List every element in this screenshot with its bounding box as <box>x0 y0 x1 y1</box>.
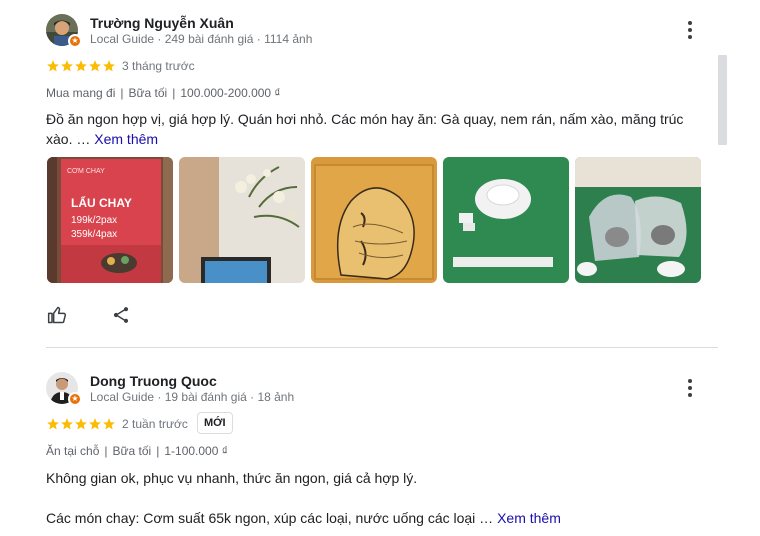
review-photo[interactable] <box>575 157 701 283</box>
reviewer-meta: Local Guide · 249 bài đánh giá · 1114 ản… <box>90 32 313 46</box>
star-icon <box>89 60 101 72</box>
star-icon <box>61 60 73 72</box>
star-icon <box>61 418 73 430</box>
review-body-line2: Các món chay: Cơm suất 65k ngon, xúp các… <box>46 510 494 526</box>
local-guide-badge-icon: ★ <box>68 34 82 48</box>
share-button[interactable] <box>111 305 133 327</box>
meal-type: Bữa tối <box>128 86 168 100</box>
sign-line1-text: 199k/2pax <box>71 215 117 226</box>
more-vert-icon <box>688 21 692 25</box>
meal-type: Bữa tối <box>112 444 152 458</box>
sign-title-text: LẨU CHAY <box>71 195 132 210</box>
tea-cup-table-photo <box>443 157 569 283</box>
review-photo[interactable] <box>443 157 569 283</box>
star-icon <box>47 60 59 72</box>
star-icon <box>103 60 115 72</box>
scrollbar-thumb[interactable] <box>718 55 727 145</box>
review-date: 3 tháng trước <box>122 59 195 73</box>
star-rating <box>46 59 116 73</box>
local-guide-badge-icon: ★ <box>68 392 82 406</box>
star-icon <box>89 418 101 430</box>
service-type: Ăn tại chỗ <box>46 444 100 458</box>
new-badge: MỚI <box>197 412 233 434</box>
review-body-line1: Không gian ok, phục vụ nhanh, thức ăn ng… <box>46 470 418 486</box>
reviewer-avatar[interactable]: ★ <box>46 372 82 406</box>
star-icon <box>75 418 87 430</box>
see-more-link[interactable]: Xem thêm <box>497 510 561 526</box>
review-attributes: Mua mang đi | Bữa tối | 100.000-200.000 ₫ <box>46 86 281 100</box>
review-divider <box>46 347 718 348</box>
share-icon <box>113 307 129 323</box>
sign-top-text: CƠM CHAY <box>67 168 105 175</box>
more-options-button[interactable] <box>680 377 700 399</box>
price-range: 100.000-200.000 ₫ <box>180 86 281 100</box>
reviewer-avatar[interactable]: ★ <box>46 14 82 48</box>
star-rating <box>46 417 116 431</box>
takeaway-bags-photo <box>575 157 701 283</box>
star-icon <box>103 418 115 430</box>
see-more-link[interactable]: Xem thêm <box>94 131 158 147</box>
more-vert-icon <box>688 379 692 383</box>
review-photo[interactable]: CƠM CHAY LẨU CHAY 199k/2pax 359k/4pax <box>47 157 173 283</box>
star-icon <box>75 60 87 72</box>
review-text: Đồ ăn ngon hợp vị, giá hợp lý. Quán hơi … <box>46 109 696 149</box>
review-attributes: Ăn tại chỗ | Bữa tối | 1-100.000 ₫ <box>46 444 228 458</box>
star-icon <box>47 418 59 430</box>
review-date: 2 tuần trước <box>122 417 188 431</box>
service-type: Mua mang đi <box>46 86 116 100</box>
price-range: 1-100.000 ₫ <box>164 444 228 458</box>
review-photo[interactable] <box>179 157 305 283</box>
buddha-art-photo <box>311 157 437 283</box>
review-body-line2-wrap: Các món chay: Cơm suất 65k ngon, xúp các… <box>46 508 696 528</box>
restaurant-sign-photo: CƠM CHAY LẨU CHAY 199k/2pax 359k/4pax <box>47 157 173 283</box>
thumbs-up-icon <box>47 306 67 324</box>
reviewer-name[interactable]: Dong Truong Quoc <box>90 373 217 389</box>
sign-line2-text: 359k/4pax <box>71 229 117 240</box>
review-photo[interactable] <box>311 157 437 283</box>
reviewer-name[interactable]: Trường Nguyễn Xuân <box>90 15 234 31</box>
flower-vase-photo <box>179 157 305 283</box>
reviewer-meta: Local Guide · 19 bài đánh giá · 18 ảnh <box>90 390 295 404</box>
review-photos: CƠM CHAY LẨU CHAY 199k/2pax 359k/4pax <box>47 157 701 283</box>
more-options-button[interactable] <box>680 19 700 41</box>
like-button[interactable] <box>47 305 69 327</box>
